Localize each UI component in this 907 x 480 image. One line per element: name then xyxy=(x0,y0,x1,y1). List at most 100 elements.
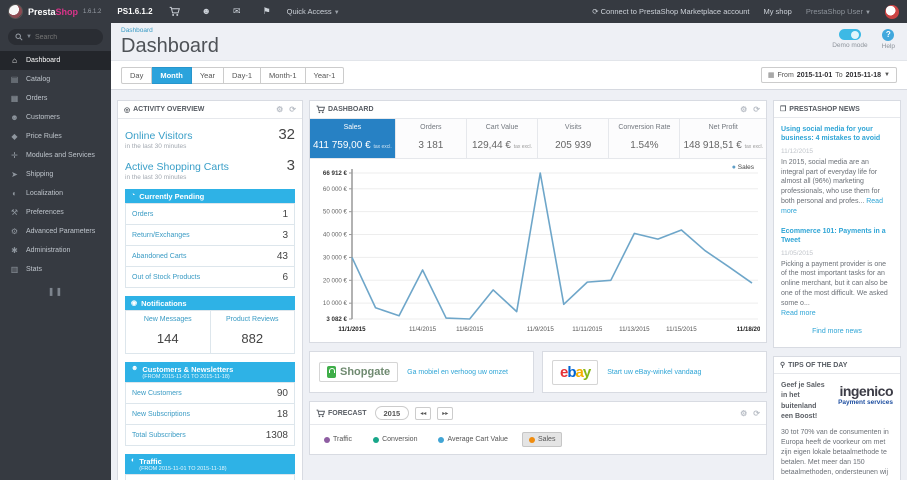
shopgate-promo[interactable]: Shopgate Ga mobiel en verhoog uw omzet xyxy=(309,351,534,393)
pending-orders-row[interactable]: Orders 1 xyxy=(125,203,295,225)
tips-body-text: 30 tot 70% van de consumenten in Europa … xyxy=(781,428,889,480)
sidebar-item-administration[interactable]: ✱ Administration xyxy=(0,241,111,260)
pending-abandoned-carts-row[interactable]: Abandoned Carts 43 xyxy=(125,245,295,267)
google-analytics-row[interactable]: Link to your Google Analytics account xyxy=(125,474,295,480)
active-carts-link[interactable]: Active Shopping Carts xyxy=(125,161,229,173)
kpi-cart-value[interactable]: Cart Value 129,44 € tax excl. xyxy=(466,119,539,158)
sidebar-item-modules[interactable]: ✛ Modules and Services xyxy=(0,146,111,165)
new-messages-cell[interactable]: New Messages 144 xyxy=(125,310,211,354)
sidebar-item-dashboard[interactable]: ⌂ Dashboard xyxy=(0,51,111,70)
cart-icon xyxy=(316,409,325,418)
ingenico-logo[interactable]: ingenico Payment services xyxy=(829,381,893,422)
toggle-traffic[interactable]: Traffic xyxy=(317,432,359,447)
kpi-net-profit[interactable]: Net Profit 148 918,51 € tax excl. xyxy=(680,119,766,158)
user-menu[interactable]: PrestaShop User ▼ xyxy=(806,7,871,16)
cart-icon[interactable] xyxy=(163,6,186,17)
customers-date-range: (FROM 2015-11-01 TO 2015-11-18) xyxy=(142,374,230,380)
kpi-conversion-rate[interactable]: Conversion Rate 1.54% xyxy=(609,119,681,158)
shopgate-link[interactable]: Ga mobiel en verhoog uw omzet xyxy=(407,369,508,376)
customers-icon[interactable]: ☻ xyxy=(196,7,217,16)
search-input[interactable] xyxy=(34,33,95,41)
sales-line-chart: 66 912 € 60 000 € 50 000 € 40 000 € 30 000 €… xyxy=(316,163,768,340)
range-day-button[interactable]: Day xyxy=(121,66,153,84)
kpi-visits[interactable]: Visits 205 939 xyxy=(538,119,610,158)
range-month-1-button[interactable]: Month-1 xyxy=(261,66,306,84)
sidebar-item-catalog[interactable]: ▤ Catalog xyxy=(0,70,111,89)
search-icon xyxy=(15,28,23,46)
sidebar-item-stats[interactable]: ▥ Stats xyxy=(0,260,111,279)
sidebar-search[interactable]: ▼ xyxy=(8,29,103,45)
svg-text:20 000 €: 20 000 € xyxy=(323,277,348,284)
new-subscriptions-row[interactable]: New Subscriptions 18 xyxy=(125,403,295,425)
refresh-icon[interactable]: ⟳ xyxy=(753,105,760,114)
my-shop-link[interactable]: My shop xyxy=(763,7,791,16)
dashboard-panel-title: DASHBOARD xyxy=(328,106,374,113)
shop-name[interactable]: PS1.6.1.2 xyxy=(117,7,152,16)
help-button[interactable]: ? Help xyxy=(882,29,895,50)
demo-mode-toggle[interactable]: Demo mode xyxy=(832,29,868,50)
refresh-icon[interactable]: ⟳ xyxy=(289,105,296,114)
chevron-down-icon: ▼ xyxy=(865,10,871,16)
total-subscribers-row[interactable]: Total Subscribers 1308 xyxy=(125,424,295,446)
prestashop-logo[interactable]: PrestaShop 1.6.1.2 xyxy=(8,4,101,19)
calendar-icon: ▦ xyxy=(767,72,775,79)
toggle-sales[interactable]: Sales xyxy=(521,432,563,447)
collapse-sidebar-button[interactable]: ❚❚ xyxy=(0,287,111,296)
svg-text:11/6/2015: 11/6/2015 xyxy=(456,326,484,333)
sidebar-item-price-rules[interactable]: ◆ Price Rules xyxy=(0,127,111,146)
range-year-1-button[interactable]: Year-1 xyxy=(305,66,345,84)
pin-icon[interactable]: ⚑ xyxy=(257,7,277,16)
user-avatar[interactable] xyxy=(885,4,899,19)
kpi-orders[interactable]: Orders 3 181 xyxy=(395,119,467,158)
svg-text:30 000 €: 30 000 € xyxy=(323,254,348,261)
marketplace-link[interactable]: ⟳ Connect to PrestaShop Marketplace acco… xyxy=(592,7,749,16)
read-more-link[interactable]: Read more xyxy=(781,310,816,317)
messages-icon[interactable]: ✉ xyxy=(227,7,247,16)
article-date: 11/12/2015 xyxy=(781,147,814,155)
ebay-link[interactable]: Start uw eBay-winkel vandaag xyxy=(607,369,701,376)
quick-access-menu[interactable]: Quick Access ▼ xyxy=(287,7,340,16)
breadcrumb[interactable]: Dashboard xyxy=(121,27,897,34)
sidebar-item-customers[interactable]: ☻ Customers xyxy=(0,108,111,127)
gear-icon[interactable]: ⚙ xyxy=(276,105,283,114)
forecast-year[interactable]: 2015 xyxy=(374,406,410,420)
forecast-prev-button[interactable]: ◂◂ xyxy=(415,406,432,420)
toggle-switch[interactable] xyxy=(838,29,861,40)
find-more-news-link[interactable]: Find more news xyxy=(781,328,893,335)
pending-out-of-stock-row[interactable]: Out of Stock Products 6 xyxy=(125,266,295,288)
range-year-button[interactable]: Year xyxy=(191,66,224,84)
kpi-sales[interactable]: Sales 411 759,00 € tax excl. xyxy=(310,119,396,158)
svg-text:11/11/2015: 11/11/2015 xyxy=(572,326,603,333)
date-range-picker[interactable]: ▦ From 2015-11-01 To 2015-11-18 ▼ xyxy=(760,67,897,83)
online-visitors-link[interactable]: Online Visitors xyxy=(125,130,193,142)
product-reviews-cell[interactable]: Product Reviews 882 xyxy=(209,310,295,354)
toggle-conversion[interactable]: Conversion xyxy=(366,432,424,447)
new-customers-row[interactable]: New Customers 90 xyxy=(125,382,295,404)
article-title-link[interactable]: Ecommerce 101: Payments in a Tweet xyxy=(781,227,893,246)
search-scope-caret-icon[interactable]: ▼ xyxy=(26,34,32,40)
ebay-promo[interactable]: ebay Start uw eBay-winkel vandaag xyxy=(542,351,767,393)
chart-legend[interactable]: ● Sales xyxy=(732,164,754,171)
home-icon: ⌂ xyxy=(12,56,17,65)
brand-shop: Shop xyxy=(55,6,79,17)
refresh-icon[interactable]: ⟳ xyxy=(753,409,760,418)
sidebar-item-orders[interactable]: ▦ Orders xyxy=(0,89,111,108)
help-icon: ? xyxy=(882,29,895,41)
gear-icon[interactable]: ⚙ xyxy=(740,105,747,114)
gears-icon: ⚙ xyxy=(10,227,19,236)
range-month-button[interactable]: Month xyxy=(152,66,192,84)
bar-chart-icon: ▥ xyxy=(10,265,19,274)
forecast-next-button[interactable]: ▸▸ xyxy=(437,406,454,420)
gear-icon[interactable]: ⚙ xyxy=(740,409,747,418)
bell-icon: ◉ xyxy=(131,300,138,307)
sidebar-item-advanced-parameters[interactable]: ⚙ Advanced Parameters xyxy=(0,222,111,241)
sidebar-item-localization[interactable]: ◐ Localization xyxy=(0,184,111,203)
article-title-link[interactable]: Using social media for your business: 4 … xyxy=(781,125,893,144)
traffic-dot-icon xyxy=(324,436,330,443)
pending-returns-row[interactable]: Return/Exchanges 3 xyxy=(125,224,295,246)
activity-panel-title: ACTIVITY OVERVIEW xyxy=(133,106,205,113)
sidebar-item-preferences[interactable]: ⚒ Preferences xyxy=(0,203,111,222)
range-day-1-button[interactable]: Day-1 xyxy=(224,66,262,84)
toggle-average-cart-value[interactable]: Average Cart Value xyxy=(431,432,514,447)
sidebar-item-shipping[interactable]: ➤ Shipping xyxy=(0,165,111,184)
